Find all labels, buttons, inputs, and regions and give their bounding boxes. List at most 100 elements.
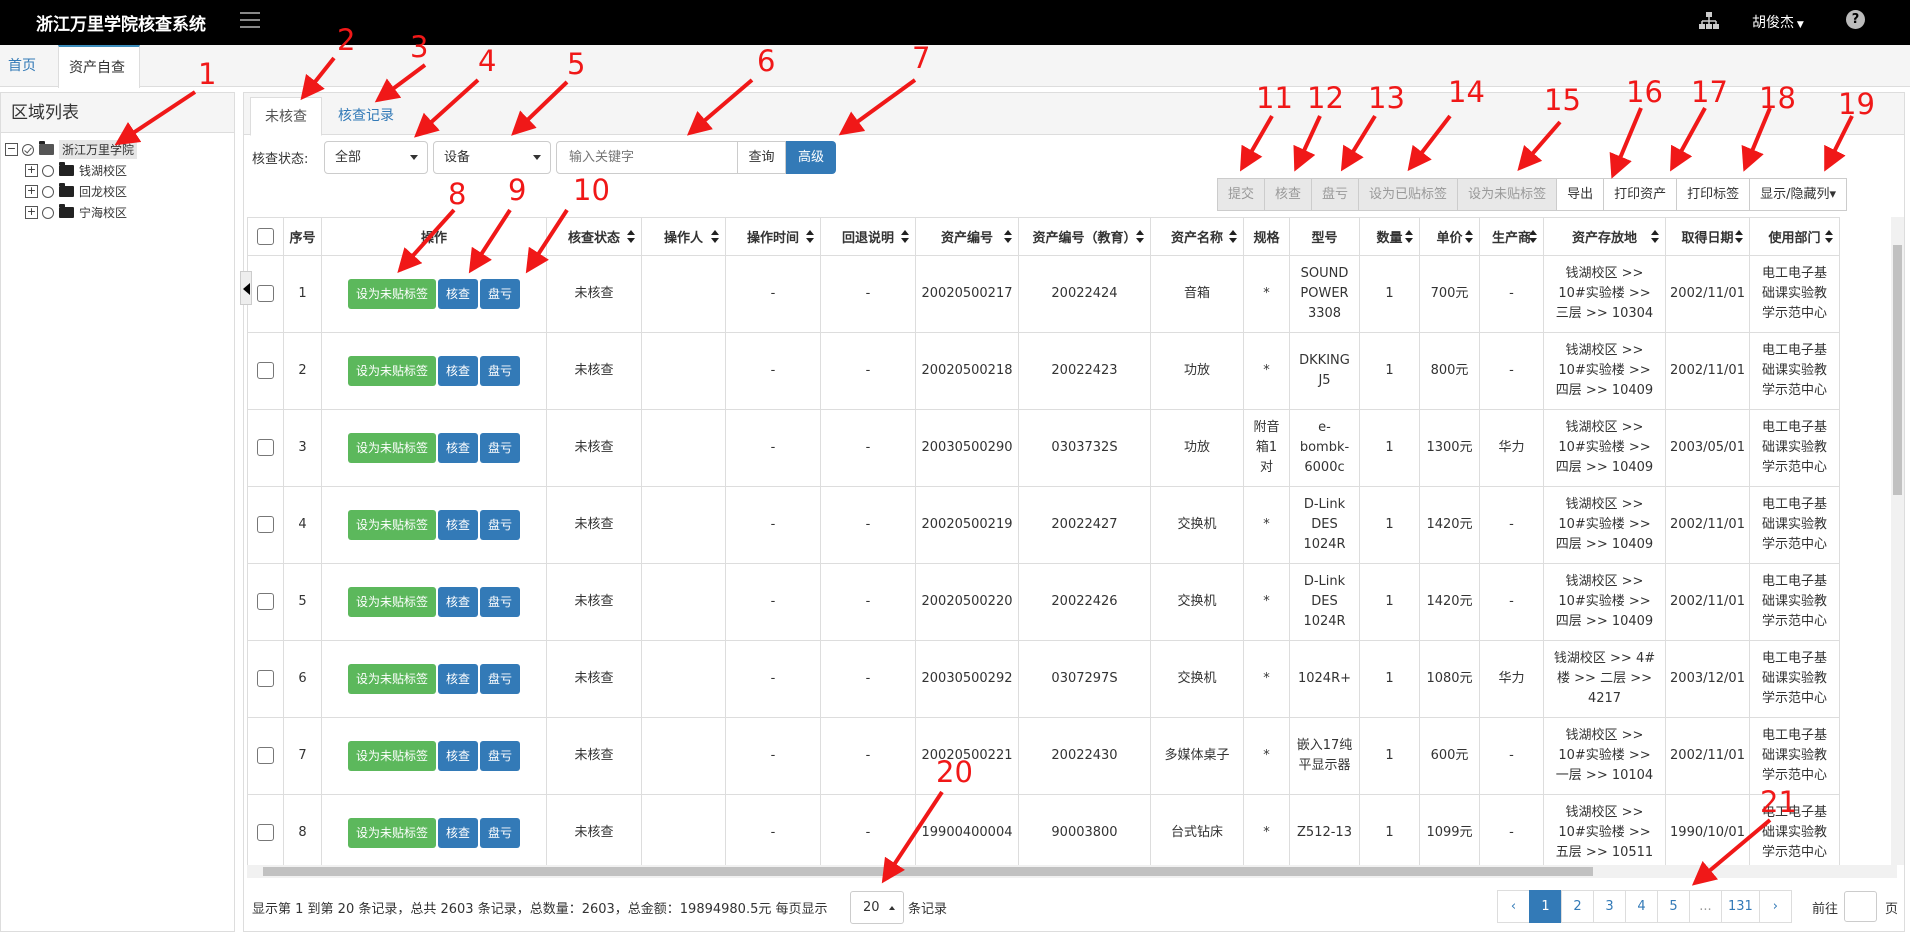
check-row-button[interactable]: 核查 (437, 356, 478, 386)
check-row-button[interactable]: 核查 (437, 741, 478, 771)
page-button[interactable]: 1 (1529, 890, 1562, 923)
col-header-unit-price[interactable]: 单价 (1419, 217, 1480, 256)
col-header-operate-time[interactable]: 操作时间 (725, 217, 821, 256)
print-assets-button[interactable]: 打印资产 (1603, 178, 1678, 211)
tree-label[interactable]: 宁海校区 (79, 204, 127, 221)
table-row[interactable]: 3 设为未贴标签 核查 盘亏 未核查 - -20030500290 0303732S 功放 附音箱… (247, 409, 1840, 487)
check-row-button[interactable]: 核查 (437, 587, 478, 617)
set-untagged-row-button[interactable]: 设为未贴标签 (347, 510, 436, 540)
loss-row-button[interactable]: 盘亏 (480, 818, 521, 848)
page-button[interactable]: 2 (1561, 890, 1594, 923)
col-header-asset-name[interactable]: 资产名称 (1150, 217, 1244, 256)
set-untagged-row-button[interactable]: 设为未贴标签 (347, 664, 436, 694)
loss-row-button[interactable]: 盘亏 (480, 433, 521, 463)
sort-icon[interactable] (1825, 230, 1833, 244)
page-button[interactable]: 3 (1593, 890, 1626, 923)
check-row-button[interactable]: 核查 (437, 818, 478, 848)
tree-check-icon[interactable] (42, 185, 54, 198)
set-untagged-row-button[interactable]: 设为未贴标签 (347, 587, 436, 617)
tree-label[interactable]: 浙江万里学院 (59, 140, 138, 159)
expand-icon[interactable]: + (25, 185, 38, 198)
type-select[interactable]: 设备 (433, 141, 551, 174)
tree-label[interactable]: 钱湖校区 (79, 162, 127, 179)
tab-home[interactable]: 首页 (0, 45, 44, 87)
table-row[interactable]: 8 设为未贴标签 核查 盘亏 未核查 - -19900400004 90003800 台式钻床 *… (247, 794, 1840, 865)
row-checkbox[interactable] (257, 747, 274, 764)
set-tagged-button[interactable]: 设为已贴标签 (1358, 178, 1459, 211)
next-page-button[interactable]: › (1758, 890, 1792, 923)
goto-page-input[interactable] (1844, 891, 1877, 922)
sort-icon[interactable] (901, 230, 909, 244)
select-all-checkbox[interactable] (257, 228, 274, 245)
user-menu[interactable]: 胡俊杰 ▼ (1752, 12, 1804, 32)
tree-check-icon[interactable] (42, 206, 54, 219)
check-row-button[interactable]: 核查 (437, 510, 478, 540)
col-header-department[interactable]: 使用部门 (1749, 217, 1840, 256)
set-untagged-row-button[interactable]: 设为未贴标签 (347, 279, 436, 309)
loss-row-button[interactable]: 盘亏 (480, 587, 521, 617)
col-header-location[interactable]: 资产存放地 (1543, 217, 1666, 256)
sort-icon[interactable] (1229, 230, 1237, 244)
loss-row-button[interactable]: 盘亏 (480, 356, 521, 386)
tree-node-root[interactable]: − 浙江万里学院 (5, 139, 234, 160)
expand-icon[interactable]: + (25, 206, 38, 219)
sort-icon[interactable] (627, 230, 635, 244)
tree-check-icon[interactable] (22, 143, 34, 156)
tree-node[interactable]: + 钱湖校区 (5, 160, 234, 181)
hamburger-icon[interactable] (240, 12, 260, 28)
sort-icon[interactable] (1735, 230, 1743, 244)
set-untagged-row-button[interactable]: 设为未贴标签 (347, 741, 436, 771)
export-button[interactable]: 导出 (1556, 178, 1605, 211)
set-untagged-row-button[interactable]: 设为未贴标签 (347, 818, 436, 848)
page-button[interactable]: 131 (1721, 890, 1760, 923)
table-row[interactable]: 6 设为未贴标签 核查 盘亏 未核查 - -20030500292 0307297S 交换机 * 1… (247, 640, 1840, 718)
sort-icon[interactable] (711, 230, 719, 244)
row-checkbox[interactable] (257, 670, 274, 687)
row-checkbox[interactable] (257, 824, 274, 841)
help-icon[interactable]: ? (1846, 10, 1865, 29)
table-row[interactable]: 7 设为未贴标签 核查 盘亏 未核查 - -20020500221 20022430 多媒体桌子… (247, 717, 1840, 795)
col-header-rollback-note[interactable]: 回退说明 (820, 217, 916, 256)
sidebar-collapse-handle[interactable] (240, 271, 252, 305)
check-row-button[interactable]: 核查 (437, 664, 478, 694)
row-checkbox[interactable] (257, 439, 274, 456)
loss-button[interactable]: 盘亏 (1311, 178, 1360, 211)
sort-icon[interactable] (1529, 230, 1537, 244)
tree-node[interactable]: + 回龙校区 (5, 181, 234, 202)
col-header-check-status[interactable]: 核查状态 (546, 217, 642, 256)
tree-label[interactable]: 回龙校区 (79, 183, 127, 200)
set-untagged-button[interactable]: 设为未贴标签 (1457, 178, 1558, 211)
sitemap-icon[interactable] (1698, 11, 1720, 31)
sort-icon[interactable] (1465, 230, 1473, 244)
toggle-columns-button[interactable]: 显示/隐藏列▾ (1749, 178, 1848, 211)
col-header-operator[interactable]: 操作人 (641, 217, 726, 256)
sort-icon[interactable] (1136, 230, 1144, 244)
loss-row-button[interactable]: 盘亏 (480, 741, 521, 771)
sort-icon[interactable] (1651, 230, 1659, 244)
sort-icon[interactable] (806, 230, 814, 244)
horizontal-scrollbar[interactable] (247, 865, 1897, 878)
collapse-icon[interactable]: − (5, 143, 18, 156)
col-header-quantity[interactable]: 数量 (1359, 217, 1420, 256)
row-checkbox[interactable] (257, 593, 274, 610)
status-select[interactable]: 全部 (324, 141, 428, 174)
row-checkbox[interactable] (257, 516, 274, 533)
expand-icon[interactable]: + (25, 164, 38, 177)
page-button[interactable]: 5 (1657, 890, 1690, 923)
row-checkbox[interactable] (257, 285, 274, 302)
check-button[interactable]: 核查 (1264, 178, 1313, 211)
tree-check-icon[interactable] (42, 164, 54, 177)
loss-row-button[interactable]: 盘亏 (480, 279, 521, 309)
sort-icon[interactable] (1405, 230, 1413, 244)
tab-check-records[interactable]: 核查记录 (324, 97, 408, 135)
tab-unchecked[interactable]: 未核查 (250, 97, 322, 136)
page-size-select[interactable]: 20 (850, 891, 904, 924)
print-labels-button[interactable]: 打印标签 (1676, 178, 1751, 211)
submit-button[interactable]: 提交 (1217, 178, 1266, 211)
check-row-button[interactable]: 核查 (437, 279, 478, 309)
loss-row-button[interactable]: 盘亏 (480, 664, 521, 694)
row-checkbox[interactable] (257, 362, 274, 379)
query-button[interactable]: 查询 (737, 141, 786, 174)
tree-node[interactable]: + 宁海校区 (5, 202, 234, 223)
table-row[interactable]: 4 设为未贴标签 核查 盘亏 未核查 - -20020500219 20022427 交换机 * D… (247, 486, 1840, 564)
